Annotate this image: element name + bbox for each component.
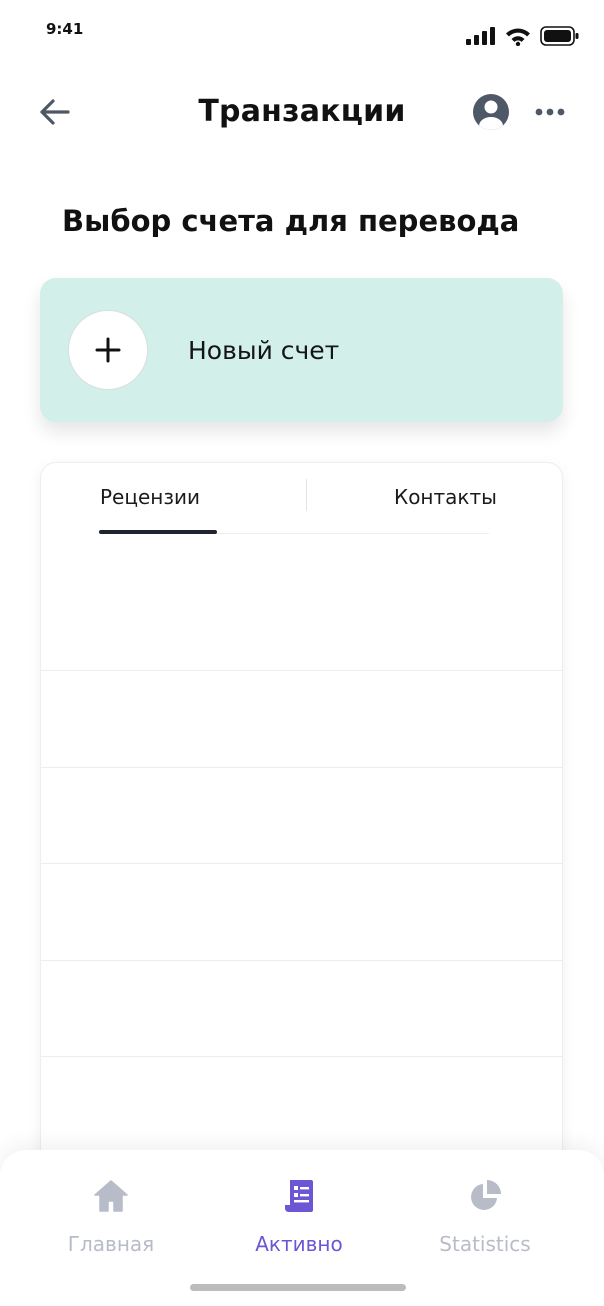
status-bar: 9:41 [0, 0, 604, 60]
tab-divider [306, 479, 307, 511]
list-row-divider [41, 670, 562, 671]
nav-item-active[interactable]: Активно [219, 1176, 379, 1256]
list-row-divider [41, 960, 562, 961]
home-indicator[interactable] [190, 1284, 406, 1291]
plus-icon [95, 337, 121, 363]
nav-item-home[interactable]: Главная [31, 1176, 191, 1256]
page-title: Транзакции [198, 94, 406, 129]
document-list-icon [285, 1180, 313, 1212]
profile-icon [473, 94, 509, 130]
new-account-card[interactable]: Новый счет [40, 278, 563, 422]
nav-item-statistics[interactable]: Statistics [405, 1176, 565, 1256]
list-row-divider [41, 863, 562, 864]
wifi-icon [506, 28, 530, 46]
nav-label-home: Главная [67, 1232, 155, 1256]
home-icon [94, 1180, 128, 1212]
top-app-bar: Транзакции [0, 80, 604, 144]
add-account-button[interactable] [68, 310, 148, 390]
signal-icon [466, 27, 495, 45]
section-title: Выбор счета для перевода [62, 204, 520, 238]
new-account-label: Новый счет [188, 336, 340, 365]
tab-contacts[interactable]: Контакты [394, 485, 497, 509]
nav-label-statistics: Statistics [439, 1232, 531, 1256]
list-row-divider [41, 1056, 562, 1057]
tab-reviews[interactable]: Рецензии [100, 485, 200, 509]
more-dots-icon [535, 108, 565, 116]
status-time: 9:41 [46, 20, 84, 38]
more-options-button[interactable] [530, 98, 570, 126]
battery-icon [540, 26, 579, 46]
status-icons [466, 26, 580, 46]
nav-label-active: Активно [255, 1232, 343, 1256]
active-tab-indicator [99, 530, 217, 534]
profile-button[interactable] [470, 91, 512, 133]
list-row-divider [41, 767, 562, 768]
tabs-card: Рецензии Контакты [40, 462, 563, 1202]
pie-chart-icon [471, 1180, 501, 1210]
bottom-navigation: Главная Активно Statistics [0, 1150, 604, 1306]
